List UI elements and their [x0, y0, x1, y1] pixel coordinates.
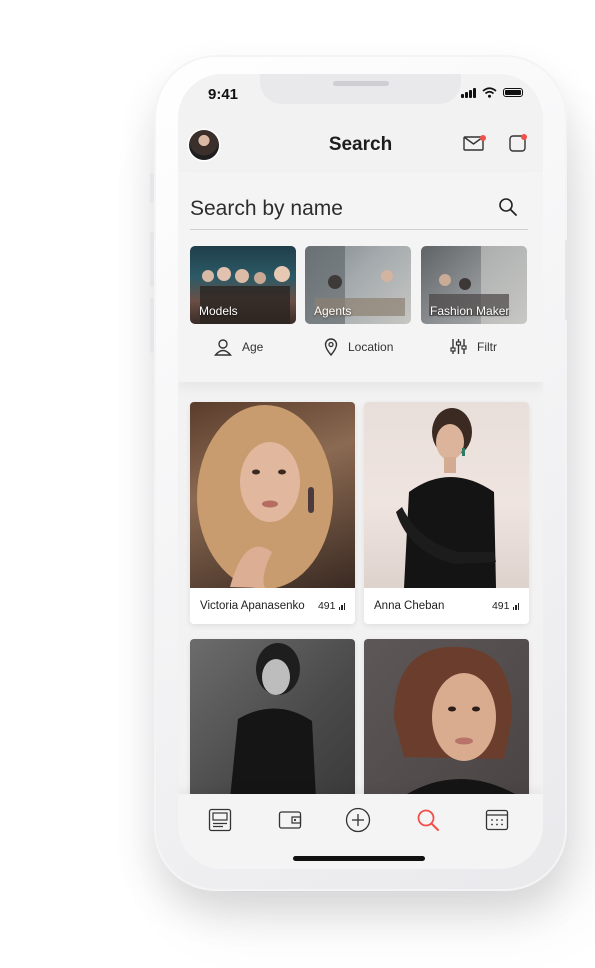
profile-card[interactable] [190, 639, 355, 799]
category-fashion-maker[interactable]: Fashion Maker [421, 246, 527, 324]
wallet-icon [278, 811, 302, 829]
profile-photo [364, 402, 529, 588]
tab-wallet[interactable] [276, 806, 304, 834]
page-title: Search [328, 134, 393, 155]
search-placeholder: Search by name [190, 197, 343, 220]
profile-rating: 491 [492, 600, 519, 612]
mail-badge [480, 135, 486, 141]
search-icon [417, 809, 439, 831]
app-header: Search [178, 126, 543, 166]
add-icon [345, 807, 371, 833]
status-icons [461, 87, 523, 98]
profile-photo [190, 402, 355, 589]
tab-gallery[interactable] [206, 806, 234, 834]
calendar-icon [485, 809, 509, 831]
filter-location[interactable]: Location [324, 338, 393, 356]
profile-footer: Anna Cheban 491 [364, 588, 529, 624]
portrait-black-dress [396, 408, 496, 588]
profile-rating: 491 [318, 600, 345, 612]
profile-footer: Victoria Apanasenko 491 [190, 588, 355, 624]
bottom-tab-bar [178, 794, 543, 869]
category-models[interactable]: Models [190, 246, 296, 324]
tab-search[interactable] [414, 806, 442, 834]
volume-up-button [150, 232, 154, 287]
wifi-icon [482, 87, 497, 98]
location-pin-icon [324, 338, 338, 356]
volume-down-button [150, 298, 154, 353]
search-icon[interactable] [498, 197, 518, 217]
sliders-icon [450, 339, 467, 354]
app-screen: 9:41 Search Search by name Models Agents… [178, 74, 543, 869]
portrait-bw [230, 643, 316, 799]
notifications-button[interactable] [509, 134, 527, 157]
filter-label: Location [348, 340, 394, 354]
filter-settings[interactable]: Filtr [450, 338, 497, 355]
rating-bars-icon [338, 602, 345, 610]
category-label: Fashion Maker [430, 304, 510, 318]
portrait-blonde [197, 405, 333, 589]
status-time: 9:41 [208, 86, 239, 103]
tab-calendar[interactable] [483, 806, 511, 834]
profile-name: Anna Cheban [374, 600, 445, 612]
search-panel: Search by name Models Agents Fashion Mak… [178, 172, 543, 382]
notification-badge [521, 134, 527, 140]
gallery-icon [208, 808, 232, 832]
profile-card[interactable] [364, 639, 529, 799]
rating-value: 491 [317, 600, 336, 612]
search-input[interactable]: Search by name [190, 197, 528, 230]
speaker [333, 81, 389, 86]
user-icon [214, 339, 232, 356]
cellular-signal-icon [461, 87, 476, 98]
filter-label: Filtr [477, 339, 497, 354]
filter-age[interactable]: Age [214, 338, 263, 356]
profile-card[interactable]: Victoria Apanasenko 491 [190, 402, 355, 624]
category-label: Agents [314, 304, 352, 318]
tab-add[interactable] [344, 806, 372, 834]
profile-photo [364, 639, 529, 799]
portrait-bob-hair [394, 646, 524, 799]
profile-card[interactable]: Anna Cheban 491 [364, 402, 529, 624]
mute-switch [150, 173, 154, 203]
rating-bars-icon [512, 602, 519, 610]
mail-button[interactable] [463, 134, 486, 157]
profile-name: Victoria Apanasenko [200, 600, 305, 612]
category-label: Models [199, 304, 238, 318]
power-button [565, 240, 569, 320]
home-indicator[interactable] [293, 856, 425, 861]
filter-label: Age [242, 340, 264, 354]
notch [260, 74, 461, 104]
battery-icon [503, 88, 523, 97]
category-agents[interactable]: Agents [305, 246, 411, 324]
rating-value: 491 [491, 600, 510, 612]
profile-photo [190, 639, 355, 799]
